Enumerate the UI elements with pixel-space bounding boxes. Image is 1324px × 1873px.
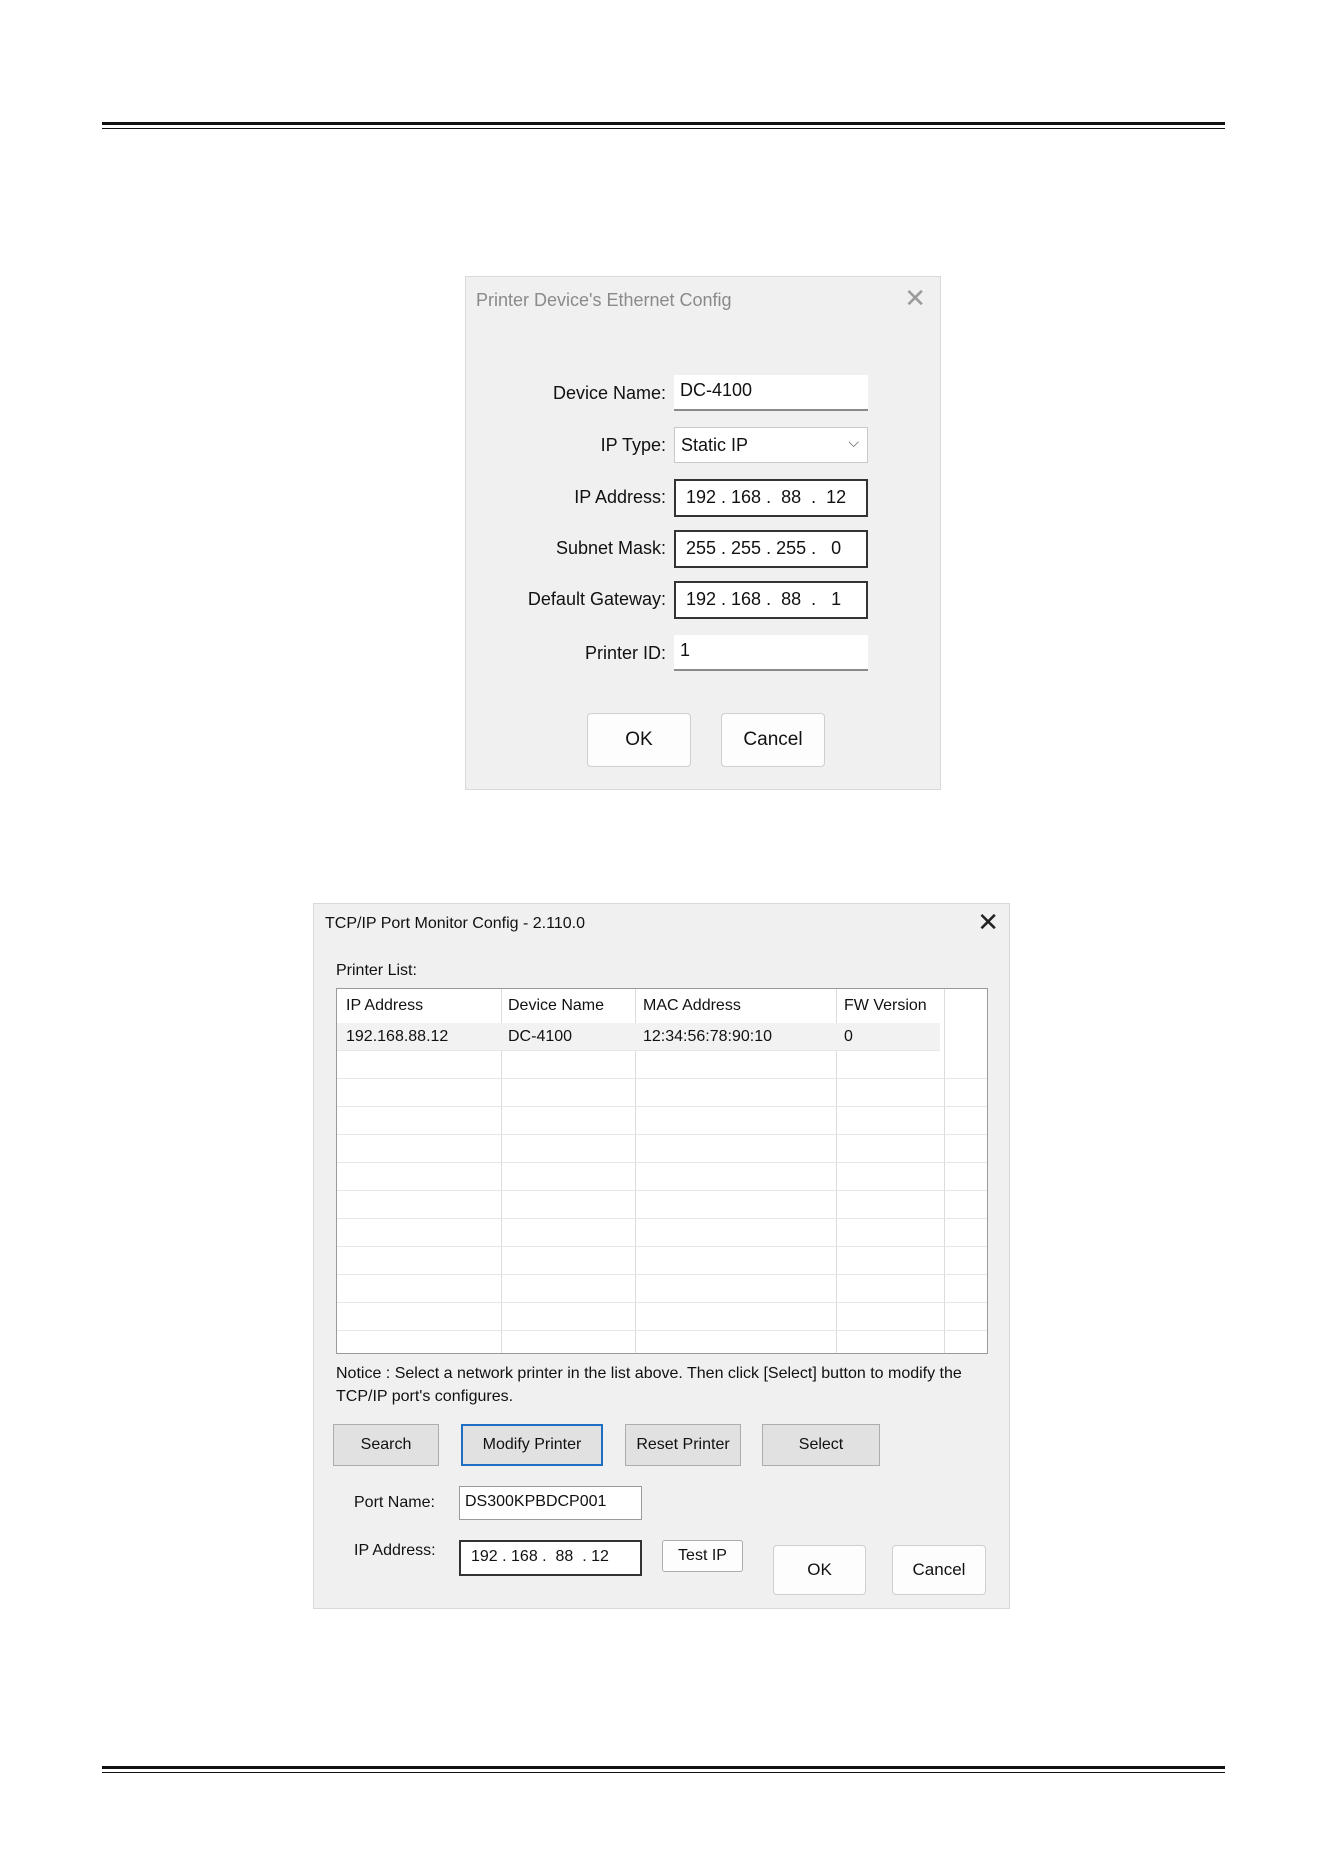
close-icon[interactable]: ✕ [904, 285, 926, 311]
column-header-ip-address[interactable]: IP Address [346, 997, 423, 1015]
empty-row [337, 1275, 987, 1303]
printer-id-field[interactable]: 1 [674, 635, 868, 671]
page-header-rule [102, 122, 1225, 129]
empty-row [337, 1135, 987, 1163]
device-name-field[interactable]: DC-4100 [674, 375, 868, 411]
printer-list[interactable]: IP Address Device Name MAC Address FW Ve… [336, 988, 988, 1354]
default-gateway-label: Default Gateway: [527, 589, 666, 609]
ip-address-label: IP Address: [574, 487, 666, 507]
select-button[interactable]: Select [762, 1424, 880, 1466]
empty-row [337, 1303, 987, 1331]
ip-type-label: IP Type: [600, 435, 666, 455]
reset-printer-button[interactable]: Reset Printer [625, 1424, 741, 1466]
ip-address-field[interactable]: 192 . 168 . 88 . 12 [459, 1540, 642, 1576]
printer-id-row: Printer ID: 1 [466, 635, 942, 673]
default-gateway-row: Default Gateway: 192 . 168 . 88 . 1 [466, 581, 942, 619]
column-header-mac-address[interactable]: MAC Address [643, 997, 741, 1015]
ethernet-config-dialog: Printer Device's Ethernet Config ✕ Devic… [465, 276, 941, 790]
empty-row [337, 1107, 987, 1135]
page-footer-rule [102, 1766, 1225, 1773]
search-button[interactable]: Search [333, 1424, 439, 1466]
device-name-label: Device Name: [552, 383, 666, 403]
cell-fw-version: 0 [844, 1028, 853, 1045]
empty-row [337, 1079, 987, 1107]
cell-mac-address: 12:34:56:78:90:10 [643, 1028, 773, 1045]
subnet-mask-label: Subnet Mask: [555, 538, 666, 558]
column-header-fw-version[interactable]: FW Version [844, 997, 927, 1015]
notice-text: Notice : Select a network printer in the… [336, 1365, 962, 1405]
printer-id-label: Printer ID: [584, 643, 666, 663]
dialog-title: Printer Device's Ethernet Config [476, 290, 732, 310]
ip-type-select[interactable]: Static IP ⌵ [674, 427, 868, 463]
dialog-title: TCP/IP Port Monitor Config - 2.110.0 [325, 915, 585, 932]
ip-type-value: Static IP [681, 435, 749, 455]
chevron-down-icon: ⌵ [848, 434, 859, 450]
close-icon[interactable]: ✕ [977, 909, 999, 935]
cell-device-name: DC-4100 [508, 1028, 573, 1045]
device-name-row: Device Name: DC-4100 [466, 375, 942, 413]
empty-row [337, 1051, 987, 1079]
port-monitor-config-dialog: TCP/IP Port Monitor Config - 2.110.0 ✕ P… [313, 903, 1010, 1609]
subnet-mask-field[interactable]: 255 . 255 . 255 . 0 [674, 530, 868, 568]
empty-row [337, 1163, 987, 1191]
ip-type-row: IP Type: Static IP ⌵ [466, 427, 942, 465]
cancel-button[interactable]: Cancel [892, 1545, 986, 1595]
ip-address-label: IP Address: [354, 1542, 436, 1559]
cell-ip-address: 192.168.88.12 [346, 1028, 449, 1045]
list-header: IP Address Device Name MAC Address FW Ve… [337, 989, 987, 1023]
ip-address-field[interactable]: 192 . 168 . 88 . 12 [674, 479, 868, 517]
printer-list-label: Printer List: [336, 962, 417, 979]
test-ip-button[interactable]: Test IP [662, 1540, 743, 1572]
cancel-button[interactable]: Cancel [721, 713, 825, 767]
subnet-mask-row: Subnet Mask: 255 . 255 . 255 . 0 [466, 530, 942, 568]
ok-button[interactable]: OK [773, 1545, 866, 1595]
ok-button[interactable]: OK [587, 713, 691, 767]
empty-row [337, 1247, 987, 1275]
default-gateway-field[interactable]: 192 . 168 . 88 . 1 [674, 581, 868, 619]
list-item[interactable]: 192.168.88.12 DC-4100 12:34:56:78:90:10 … [337, 1023, 940, 1051]
modify-printer-button[interactable]: Modify Printer [461, 1424, 603, 1466]
column-header-device-name[interactable]: Device Name [508, 997, 604, 1015]
port-name-field[interactable]: DS300KPBDCP001 [459, 1486, 642, 1520]
port-name-label: Port Name: [354, 1494, 435, 1511]
empty-row [337, 1191, 987, 1219]
empty-row [337, 1219, 987, 1247]
ip-address-row: IP Address: 192 . 168 . 88 . 12 [466, 479, 942, 517]
